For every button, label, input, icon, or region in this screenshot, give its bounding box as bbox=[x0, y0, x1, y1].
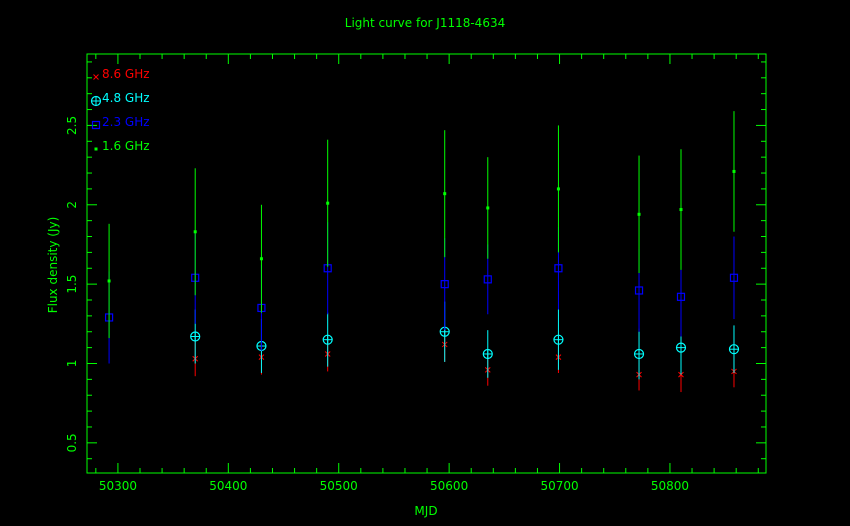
circle-plus-marker bbox=[675, 342, 687, 353]
circle-plus-marker bbox=[90, 95, 102, 107]
legend-item: 1.6 GHz bbox=[94, 139, 150, 153]
x-tick-label: 50300 bbox=[99, 479, 137, 493]
circle-plus-marker bbox=[482, 348, 493, 360]
dot-marker bbox=[637, 212, 641, 216]
dot-marker bbox=[94, 147, 98, 151]
dot-marker bbox=[443, 192, 447, 196]
dot-marker bbox=[486, 206, 490, 210]
legend-label: 4.8 GHz bbox=[102, 91, 150, 105]
x-tick-label: 50500 bbox=[320, 479, 358, 493]
x-tick-label: 50800 bbox=[651, 479, 689, 493]
y-tick-label: 2.5 bbox=[65, 116, 79, 135]
dot-marker bbox=[732, 169, 736, 173]
y-tick-label: 2 bbox=[65, 201, 79, 209]
circle-plus-marker bbox=[728, 344, 740, 355]
dot-marker bbox=[556, 187, 560, 191]
dot-marker bbox=[259, 257, 263, 261]
x-tick-label: 50700 bbox=[540, 479, 578, 493]
x-tick-label: 50600 bbox=[430, 479, 468, 493]
x-tick-label: 50400 bbox=[209, 479, 247, 493]
legend-item: 2.3 GHz bbox=[91, 115, 150, 130]
dot-marker bbox=[193, 230, 197, 234]
legend-label: 2.3 GHz bbox=[102, 115, 150, 129]
y-tick-label: 1.5 bbox=[65, 275, 79, 294]
legend-label: 8.6 GHz bbox=[102, 67, 150, 81]
dot-marker bbox=[679, 208, 683, 212]
light-curve-chart: Light curve for J1118-4634 50300 50400 505… bbox=[0, 0, 850, 526]
circle-plus-marker bbox=[553, 334, 564, 345]
chart-title: Light curve for J1118-4634 bbox=[345, 16, 505, 30]
dot-marker bbox=[326, 201, 330, 205]
circle-plus-marker bbox=[322, 334, 333, 345]
y-tick-label: 0.5 bbox=[65, 433, 79, 452]
dot-marker bbox=[107, 279, 111, 283]
legend-item: 8.6 GHz bbox=[93, 67, 150, 81]
legend-label: 1.6 GHz bbox=[102, 139, 150, 153]
circle-plus-marker bbox=[190, 331, 201, 342]
circle-plus-marker bbox=[633, 348, 645, 360]
y-axis-label: Flux density (Jy) bbox=[46, 217, 60, 314]
x-axis-label: MJD bbox=[414, 504, 437, 518]
y-tick-label: 1 bbox=[65, 360, 79, 368]
